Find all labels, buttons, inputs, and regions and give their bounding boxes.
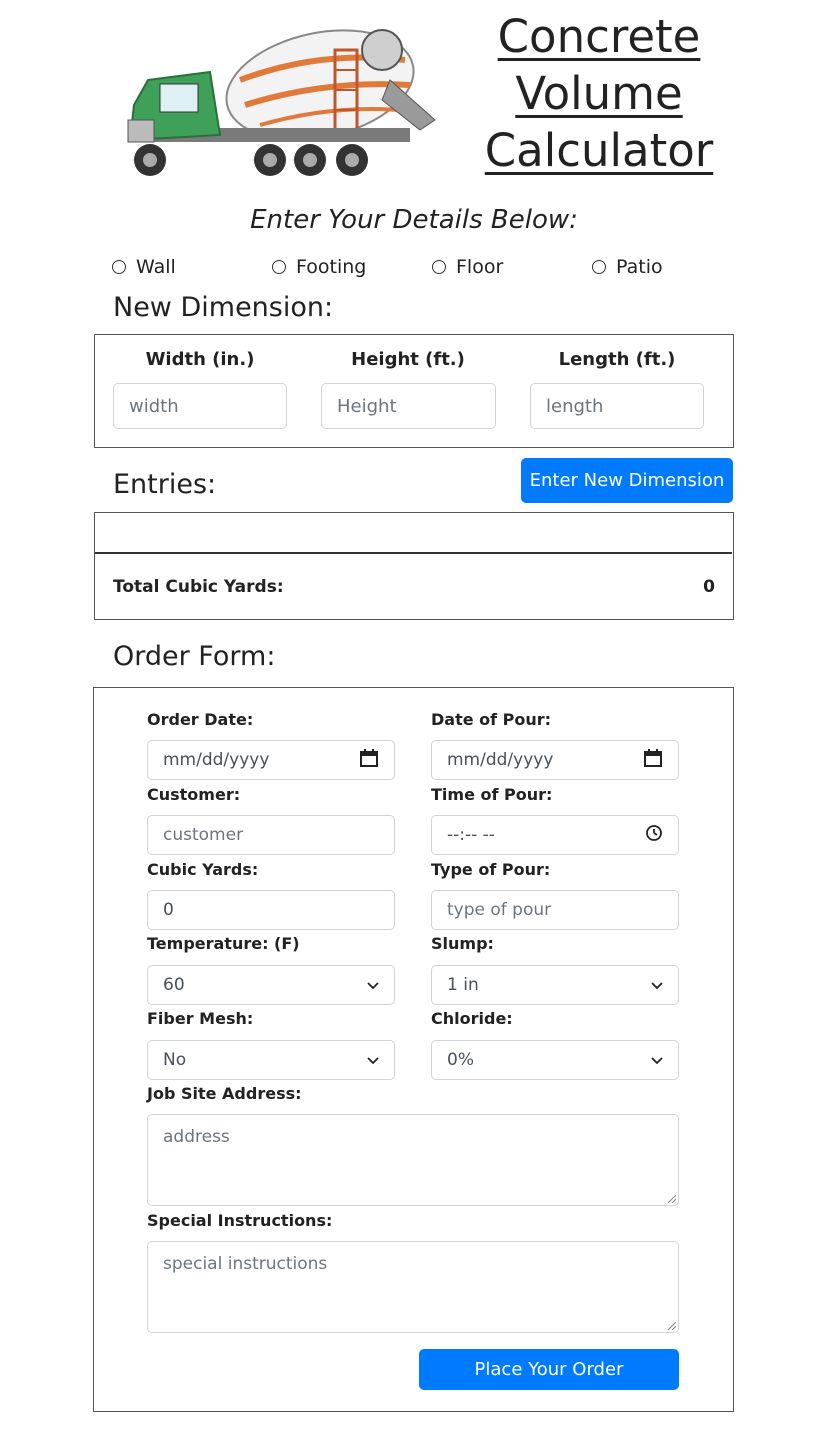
chevron-down-icon [367,975,379,995]
cubic-yards-value: 0 [163,900,174,920]
temperature-label: Temperature: (F) [147,934,300,953]
chevron-down-icon [651,1050,663,1070]
radio-button[interactable] [112,260,126,274]
length-placeholder: length [546,395,604,417]
resize-handle-icon[interactable] [666,1320,676,1330]
page-subtitle: Enter Your Details Below: [250,205,578,235]
time-of-pour-placeholder: --:-- -- [447,825,495,845]
chloride-select[interactable]: 0% [431,1040,679,1080]
order-form-panel: Order Date: Date of Pour: mm/dd/yyyy mm/… [93,687,734,1412]
time-of-pour-label: Time of Pour: [431,785,553,804]
customer-label: Customer: [147,785,241,804]
calendar-icon[interactable] [643,748,663,773]
type-of-pour-placeholder: type of pour [447,900,552,920]
new-dimension-heading: New Dimension: [113,292,334,323]
special-instructions-input[interactable]: special instructions [147,1241,679,1333]
entries-heading: Entries: [113,469,217,500]
address-placeholder: address [163,1127,230,1147]
calendar-icon[interactable] [359,748,379,773]
title-line-2: Volume [515,67,683,120]
date-of-pour-input[interactable]: mm/dd/yyyy [431,740,679,780]
width-input[interactable]: width [113,383,287,429]
place-order-button[interactable]: Place Your Order [419,1349,679,1390]
enter-new-dimension-button[interactable]: Enter New Dimension [521,458,733,503]
job-site-address-label: Job Site Address: [147,1084,302,1103]
radio-wall[interactable]: Wall [112,256,176,278]
job-site-address-input[interactable]: address [147,1114,679,1206]
width-placeholder: width [129,395,179,417]
special-instructions-label: Special Instructions: [147,1211,333,1230]
height-input[interactable]: Height [321,383,496,429]
resize-handle-icon[interactable] [666,1193,676,1203]
fiber-mesh-select[interactable]: No [147,1040,395,1080]
radio-label: Floor [456,256,504,278]
fiber-mesh-value: No [163,1050,187,1070]
slump-value: 1 in [447,975,479,995]
title-line-1: Concrete [497,10,701,63]
temperature-value: 60 [163,975,185,995]
radio-button[interactable] [592,260,606,274]
width-label: Width (in.) [145,349,255,370]
type-of-pour-input[interactable]: type of pour [431,890,679,930]
length-label: Length (ft.) [558,349,676,370]
radio-footing[interactable]: Footing [272,256,366,278]
cubic-yards-label: Cubic Yards: [147,860,259,879]
fiber-mesh-label: Fiber Mesh: [147,1009,254,1028]
slump-label: Slump: [431,934,494,953]
order-date-input[interactable]: mm/dd/yyyy [147,740,395,780]
slump-select[interactable]: 1 in [431,965,679,1005]
radio-label: Patio [616,256,663,278]
length-input[interactable]: length [530,383,704,429]
height-label: Height (ft.) [351,349,465,370]
radio-label: Footing [296,256,367,278]
instructions-placeholder: special instructions [163,1254,328,1274]
order-date-label: Order Date: [147,710,254,729]
order-form-heading: Order Form: [113,641,276,672]
new-dimension-panel: Width (in.) Height (ft.) Length (ft.) wi… [94,334,734,448]
page-title: Concrete Volume Calculator [470,8,728,179]
temperature-select[interactable]: 60 [147,965,395,1005]
order-date-placeholder: mm/dd/yyyy [163,750,270,770]
concrete-mixer-truck-illustration [120,10,450,190]
type-of-pour-label: Type of Pour: [431,860,551,879]
entries-divider [95,552,732,554]
radio-label: Wall [136,256,176,278]
entries-table: Total Cubic Yards: 0 [94,512,734,620]
radio-patio[interactable]: Patio [592,256,663,278]
chloride-label: Chloride: [431,1009,513,1028]
height-placeholder: Height [337,395,397,417]
time-of-pour-input[interactable]: --:-- -- [431,815,679,855]
radio-floor[interactable]: Floor [432,256,503,278]
customer-input[interactable]: customer [147,815,395,855]
customer-placeholder: customer [163,825,244,845]
chloride-value: 0% [447,1050,474,1070]
chevron-down-icon [367,1050,379,1070]
title-line-3: Calculator [484,124,714,177]
clock-icon[interactable] [645,824,663,847]
chevron-down-icon [651,975,663,995]
cubic-yards-input[interactable]: 0 [147,890,395,930]
radio-button[interactable] [272,260,286,274]
total-cubic-yards-value: 0 [703,577,715,597]
radio-button[interactable] [432,260,446,274]
date-of-pour-label: Date of Pour: [431,710,552,729]
date-of-pour-placeholder: mm/dd/yyyy [447,750,554,770]
total-cubic-yards-label: Total Cubic Yards: [113,577,284,597]
